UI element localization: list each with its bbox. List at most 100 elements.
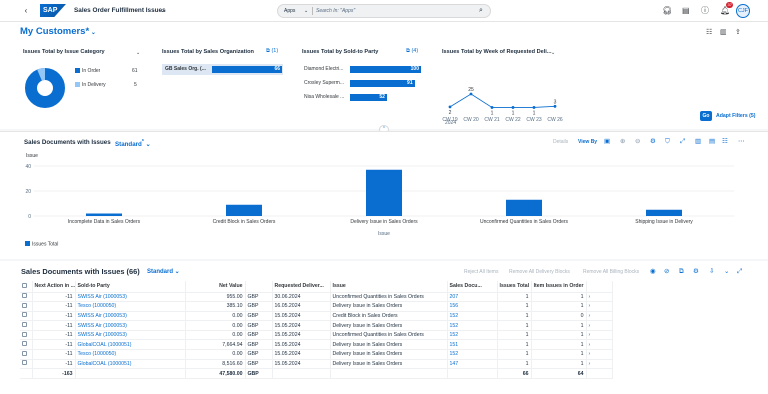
column-header[interactable]: Sold-to Party <box>75 281 186 293</box>
table-cell[interactable]: SWISS Air (1000053) <box>75 311 186 322</box>
table-cell[interactable]: 152 <box>447 311 498 322</box>
row-checkbox[interactable] <box>20 349 33 360</box>
settings-icon[interactable]: ⚙ <box>650 137 656 147</box>
compact-view-icon[interactable]: ☷ <box>706 28 712 38</box>
bar-label[interactable]: Nisa Wholesale ... <box>304 94 348 100</box>
row-checkbox[interactable] <box>20 339 33 351</box>
share-icon[interactable]: ⇪ <box>735 28 741 38</box>
bar[interactable] <box>366 169 402 216</box>
table-cell[interactable]: GlobalCOAL (1000051) <box>75 339 186 351</box>
table-row[interactable]: -11 GlobalCOAL (1000051) 8,516.60 GBP 15.05.… <box>20 359 613 370</box>
row-navigation-icon[interactable]: › <box>586 330 613 341</box>
chevron-down-icon[interactable]: ⌄ <box>160 6 165 16</box>
table-row[interactable]: -11 SWISS Air (1000053) 955.00 GBP 30.06.202… <box>20 292 613 303</box>
row-checkbox[interactable] <box>20 292 33 303</box>
search-bar[interactable]: Apps ⌄ Search In: "Apps" ⌕ <box>277 4 491 18</box>
table-row[interactable]: -11 Tesco (1000050) 0.00 GBP 15.05.2024 Deliv… <box>20 349 613 360</box>
chevron-down-icon[interactable]: ⌄ <box>136 48 140 58</box>
copy-icon[interactable]: ⧉ <box>679 267 684 277</box>
table-row[interactable]: -11 Tesco (1000050) 385.10 GBP 16.05.2024 Del… <box>20 301 613 312</box>
line-point[interactable] <box>553 104 557 108</box>
line-point[interactable] <box>448 105 452 109</box>
table-view-icon[interactable]: ☷ <box>722 137 728 147</box>
fullscreen-icon[interactable]: ⤢ <box>737 267 742 277</box>
variant-title[interactable]: My Customers* ⌄ <box>20 26 96 37</box>
table-cell[interactable]: Tesco (1000050) <box>75 301 186 312</box>
card-title-week[interactable]: Issues Total by Week of Requested Deli..… <box>442 49 552 55</box>
card-title-category[interactable]: Issues Total by Issue Category <box>23 49 105 55</box>
details-button[interactable]: Details <box>553 139 568 145</box>
donut-chart[interactable] <box>24 67 66 109</box>
column-header[interactable]: Next Action in ... <box>32 281 76 293</box>
table-cell[interactable]: 152 <box>447 330 498 341</box>
column-header[interactable]: Net Value <box>185 281 246 293</box>
hide-icon[interactable]: ⊘ <box>664 267 669 277</box>
filter-icon[interactable]: ⛉ <box>665 137 670 147</box>
avatar[interactable]: CJF <box>736 4 750 18</box>
bar-chart[interactable]: Issue 0 20 40 Incomplete Data in Sales Order… <box>18 150 746 258</box>
table-cell[interactable]: 207 <box>447 292 498 303</box>
line-series[interactable] <box>449 93 556 108</box>
row-checkbox[interactable] <box>20 311 33 322</box>
adapt-filters-button[interactable]: Adapt Filters (5) <box>716 113 756 119</box>
column-header[interactable]: Sales Docu... <box>447 281 498 293</box>
table-cell[interactable]: GlobalCOAL (1000051) <box>75 359 186 370</box>
zoom-out-icon[interactable]: ⊖ <box>635 137 640 147</box>
chart-view-icon[interactable]: ▥ <box>720 28 727 38</box>
bar-soldto[interactable]: 91 <box>350 80 415 87</box>
column-header[interactable]: Requested Deliver... <box>272 281 331 293</box>
search-icon[interactable]: ⌕ <box>479 7 483 15</box>
bar-soldto[interactable]: 52 <box>350 94 387 101</box>
more-icon[interactable]: ⋯ <box>738 137 745 147</box>
line-point[interactable] <box>532 106 536 109</box>
sap-logo[interactable]: SAP <box>40 4 66 17</box>
column-header[interactable]: Issues Total <box>497 281 532 293</box>
remove-delivery-blocks-button[interactable]: Remove All Delivery Blocks <box>509 269 570 275</box>
line-point[interactable] <box>490 106 494 109</box>
export-icon[interactable]: ⇩ <box>709 267 714 277</box>
search-scope[interactable]: Apps <box>284 8 295 14</box>
bar-label[interactable]: GB Sales Org. (... <box>165 66 210 72</box>
bar-soldto[interactable]: 100 <box>350 66 421 73</box>
view-by-button[interactable]: View By <box>578 139 597 145</box>
chart-type-icon[interactable]: ▥ <box>695 137 701 147</box>
table-row[interactable]: -11 SWISS Air (1000053) 0.00 GBP 15.05.2024 C… <box>20 311 613 322</box>
table-cell[interactable]: 156 <box>447 301 498 312</box>
table-variant[interactable]: Standard ⌄ <box>147 268 180 275</box>
table-cell[interactable]: 151 <box>447 339 498 351</box>
table-row[interactable]: -11 SWISS Air (1000053) 0.00 GBP 15.05.2024 D… <box>20 320 613 331</box>
row-navigation-icon[interactable]: › <box>586 359 613 370</box>
line-point[interactable] <box>511 106 515 109</box>
bar[interactable] <box>226 204 262 216</box>
row-navigation-icon[interactable]: › <box>586 339 613 351</box>
settings-icon[interactable]: ⚙ <box>693 267 699 277</box>
bar[interactable] <box>646 209 682 216</box>
donut-slice-in-delivery[interactable] <box>37 68 46 81</box>
card-title-soldto[interactable]: Issues Total by Sold-to Party <box>302 49 378 55</box>
card-title-salesorg[interactable]: Issues Total by Sales Organization <box>162 49 254 55</box>
reject-all-button[interactable]: Reject All Items <box>464 269 498 275</box>
select-all-checkbox[interactable] <box>20 281 33 293</box>
table-cell[interactable]: SWISS Air (1000053) <box>75 330 186 341</box>
row-navigation-icon[interactable]: › <box>586 311 613 322</box>
back-icon[interactable]: ‹ <box>22 6 30 16</box>
help-icon[interactable]: ⓘ <box>701 6 709 16</box>
bar[interactable] <box>506 199 542 216</box>
chart-table-icon[interactable]: ▤ <box>709 137 715 147</box>
card-count-salesorg[interactable]: ⧉ (1) <box>266 48 278 55</box>
chevron-down-icon[interactable]: ⌄ <box>304 8 308 14</box>
go-button[interactable]: Go <box>700 111 712 121</box>
chart-variant[interactable]: Standard* ⌄ <box>115 139 151 148</box>
search-input[interactable]: Search In: "Apps" <box>316 8 355 14</box>
bar-salesorg[interactable]: 66 <box>212 66 282 73</box>
table-cell[interactable]: SWISS Air (1000053) <box>75 320 186 331</box>
table-cell[interactable]: 152 <box>447 320 498 331</box>
table-cell[interactable]: Tesco (1000050) <box>75 349 186 360</box>
column-header[interactable] <box>245 281 273 293</box>
row-navigation-icon[interactable]: › <box>586 320 613 331</box>
feedback-icon[interactable]: ▤ <box>682 6 690 16</box>
row-navigation-icon[interactable]: › <box>586 301 613 312</box>
row-checkbox[interactable] <box>20 359 33 370</box>
bar[interactable] <box>86 213 122 217</box>
zoom-in-icon[interactable]: ⊕ <box>620 137 625 147</box>
